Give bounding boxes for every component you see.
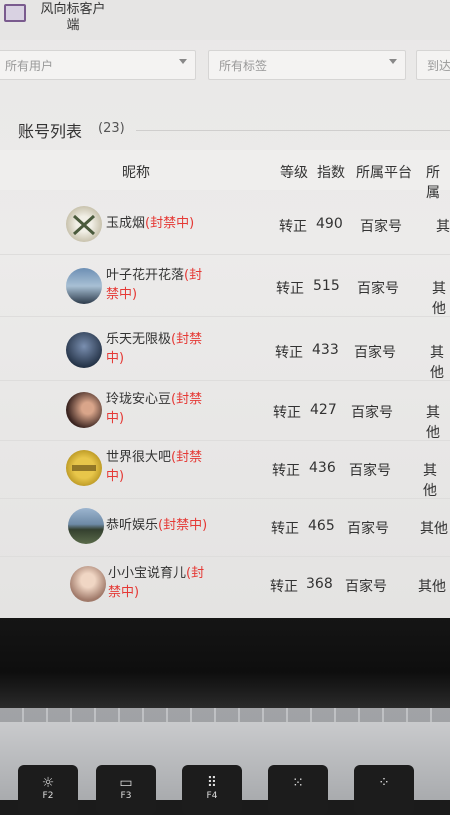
tag-filter-value: 所有标签: [219, 59, 268, 73]
category-cell: 其他: [420, 521, 448, 537]
level-cell: 转正: [270, 579, 298, 595]
tag-filter-select[interactable]: 所有标签: [208, 50, 406, 80]
platform-cell: 百家号: [349, 463, 391, 479]
avatar: [68, 508, 104, 544]
platform-cell: 百家号: [351, 405, 393, 421]
keyboard-light-down-key[interactable]: ⁙: [268, 765, 328, 815]
avatar: [66, 206, 102, 242]
account-name[interactable]: 世界很大吧: [106, 450, 171, 465]
table-header: 昵称 等级 指数 所属平台 所属: [0, 150, 450, 201]
launchpad-key[interactable]: ⠿ F4: [182, 765, 242, 815]
index-cell: 368: [306, 576, 333, 592]
header-level: 等级: [280, 165, 308, 181]
account-name-cell: 乐天无限极(封禁中): [106, 330, 206, 368]
account-name[interactable]: 恭听娱乐: [106, 518, 158, 533]
level-cell: 转正: [273, 405, 301, 421]
index-cell: 427: [310, 402, 337, 418]
account-name-cell: 世界很大吧(封禁中): [106, 448, 206, 486]
level-cell: 转正: [279, 219, 307, 235]
user-filter-select[interactable]: 所有用户: [0, 50, 196, 80]
brightness-key[interactable]: ☼ F2: [18, 765, 78, 815]
index-cell: 433: [312, 342, 339, 358]
date-filter-select[interactable]: 到达: [416, 50, 450, 80]
avatar: [66, 450, 102, 486]
title-bar: 风向标客户端: [0, 0, 450, 40]
keyboard-light-icon: ⁙: [292, 775, 304, 791]
platform-cell: 百家号: [345, 579, 387, 595]
table-row[interactable]: 世界很大吧(封禁中) 转正 436 百家号 其他: [0, 440, 450, 499]
account-name[interactable]: 玉成烟: [106, 216, 145, 231]
laptop-screen: 风向标客户端 所有用户 所有标签 到达 账号列表 (23) 昵称 等级 指数 所…: [0, 0, 450, 618]
user-filter-value: 所有用户: [5, 59, 54, 73]
ban-status: (封禁中): [158, 518, 208, 533]
avatar: [66, 332, 102, 368]
platform-cell: 百家号: [354, 345, 396, 361]
brightness-icon: ☼: [41, 775, 55, 791]
level-cell: 转正: [272, 463, 300, 479]
level-cell: 转正: [275, 345, 303, 361]
keyboard-light-up-key[interactable]: ⁘: [354, 765, 414, 815]
table-row[interactable]: 恭听娱乐(封禁中) 转正 465 百家号 其他: [0, 498, 450, 557]
laptop-bezel: [0, 618, 450, 708]
account-name[interactable]: 玲珑安心豆: [106, 392, 171, 407]
account-name-cell: 玲珑安心豆(封禁中): [106, 390, 206, 428]
avatar: [70, 566, 106, 602]
category-cell: 其他: [426, 405, 440, 441]
platform-cell: 百家号: [357, 281, 399, 297]
account-name-cell: 小小宝说育儿(封禁中): [108, 564, 208, 602]
mission-control-key[interactable]: ▭ F3: [96, 765, 156, 815]
category-cell: 其他: [418, 579, 446, 595]
account-count: (23): [98, 121, 125, 136]
category-cell: 其: [436, 219, 450, 235]
date-filter-value: 到达: [427, 59, 450, 73]
filter-bar: 所有用户 所有标签 到达: [0, 50, 450, 80]
table-row[interactable]: 玉成烟(封禁中) 转正 490 百家号 其: [0, 196, 450, 255]
avatar: [66, 268, 102, 304]
header-platform: 所属平台: [356, 165, 412, 181]
divider: [136, 130, 450, 131]
index-cell: 490: [316, 216, 343, 232]
laptop-hinge: [0, 708, 450, 722]
account-name[interactable]: 小小宝说育儿: [108, 566, 186, 581]
platform-cell: 百家号: [347, 521, 389, 537]
category-cell: 其他: [432, 281, 446, 317]
account-name[interactable]: 叶子花开花落: [106, 268, 184, 283]
level-cell: 转正: [276, 281, 304, 297]
table-row[interactable]: 乐天无限极(封禁中) 转正 433 百家号 其他: [0, 322, 450, 381]
table-row[interactable]: 叶子花开花落(封禁中) 转正 515 百家号 其他: [0, 258, 450, 317]
account-name-cell: 叶子花开花落(封禁中): [106, 266, 206, 304]
launchpad-icon: ⠿: [206, 775, 218, 791]
crossed-guns-icon: [72, 214, 96, 236]
category-cell: 其他: [430, 345, 444, 381]
index-cell: 436: [309, 460, 336, 476]
badge-logo-icon: [72, 465, 96, 471]
app-icon: [4, 4, 26, 22]
index-cell: 465: [308, 518, 335, 534]
app-title: 风向标客户端: [40, 2, 106, 33]
account-name-cell: 玉成烟(封禁中): [106, 214, 226, 233]
level-cell: 转正: [271, 521, 299, 537]
account-name-cell: 恭听娱乐(封禁中): [106, 516, 226, 535]
ban-status: (封禁中): [145, 216, 195, 231]
index-cell: 515: [313, 278, 340, 294]
account-name[interactable]: 乐天无限极: [106, 332, 171, 347]
header-index: 指数: [317, 165, 345, 181]
category-cell: 其他: [423, 463, 437, 499]
section-title: 账号列表: [18, 122, 83, 141]
header-name: 昵称: [122, 165, 150, 181]
chevron-down-icon: [179, 59, 187, 64]
mission-control-icon: ▭: [119, 775, 133, 791]
table-row[interactable]: 玲珑安心豆(封禁中) 转正 427 百家号 其他: [0, 382, 450, 441]
table-row[interactable]: 小小宝说育儿(封禁中) 转正 368 百家号 其他: [0, 556, 450, 614]
keyboard-light-up-icon: ⁘: [378, 775, 390, 791]
avatar: [66, 392, 102, 428]
chevron-down-icon: [389, 59, 397, 64]
platform-cell: 百家号: [360, 219, 402, 235]
